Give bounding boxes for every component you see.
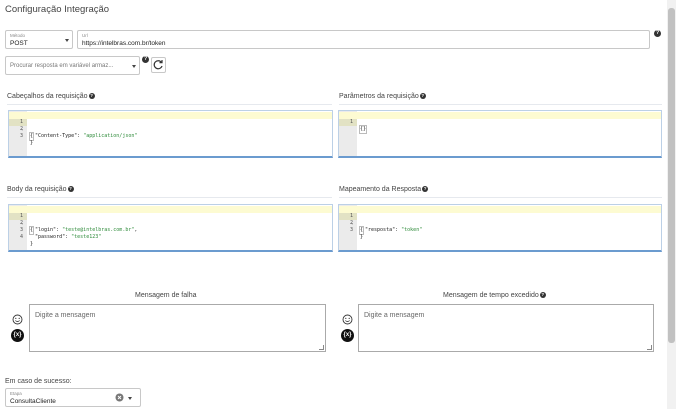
- clear-icon[interactable]: [115, 393, 124, 402]
- success-label: Em caso de sucesso:: [5, 378, 72, 385]
- insert-variable-button[interactable]: {x}: [341, 329, 354, 342]
- success-step-field-label: Etapa: [10, 391, 22, 396]
- editor-line: 2 "Content-Type": "application/json": [9, 119, 332, 139]
- code-text: "resposta": "token": [365, 227, 423, 233]
- line-number: 3: [349, 227, 353, 233]
- editor-line: 4 }: [9, 227, 332, 247]
- help-icon[interactable]: ?: [67, 186, 74, 192]
- params-divider: [339, 104, 662, 105]
- resize-handle[interactable]: [319, 345, 324, 350]
- mapping-section-label: Mapeamento da Resposta?: [339, 186, 429, 193]
- body-divider: [7, 197, 332, 198]
- success-step-value: ConsultaCliente: [10, 398, 56, 405]
- url-value: https://intelbras.com.br/token: [82, 40, 166, 47]
- url-label: Url: [82, 33, 88, 38]
- mapping-editor[interactable]: 1 ▾ { 2 "resposta": "token" 3 }: [338, 204, 662, 252]
- editor-line: 2 "resposta": "token": [339, 213, 661, 233]
- timeout-message-title: Mensagem de tempo excedido: [443, 292, 539, 299]
- failure-message-input[interactable]: Digite a mensagem: [29, 304, 326, 352]
- refresh-button[interactable]: [151, 57, 166, 73]
- code-text: {: [28, 132, 35, 141]
- chevron-down-icon: [65, 39, 69, 42]
- success-step-select[interactable]: Etapa ConsultaCliente: [5, 388, 141, 407]
- chevron-down-icon: [128, 397, 132, 400]
- help-icon[interactable]: ?: [419, 93, 426, 99]
- headers-section-label: Cabeçalhos da requisição?: [7, 93, 95, 100]
- url-help-icon[interactable]: ?: [654, 30, 661, 37]
- code-text: {: [358, 226, 365, 235]
- params-editor[interactable]: 1 {}: [338, 110, 662, 158]
- chevron-down-icon: [132, 65, 136, 68]
- headers-section-title: Cabeçalhos da requisição: [7, 93, 88, 100]
- mapping-section-title: Mapeamento da Resposta: [339, 186, 422, 193]
- method-value: POST: [10, 40, 28, 47]
- body-editor[interactable]: 1 ▾ { 2 "login": "teste@intelbras.com.br…: [8, 204, 333, 252]
- refresh-icon: [153, 60, 163, 70]
- smiley-icon[interactable]: [342, 314, 353, 325]
- failure-message-label: Mensagem de falha: [135, 292, 197, 299]
- timeout-message-label: Mensagem de tempo excedido?: [443, 292, 546, 299]
- help-icon[interactable]: ?: [88, 93, 95, 99]
- line-number: 4: [19, 234, 23, 240]
- code-text: }: [360, 234, 364, 240]
- timeout-message-placeholder: Digite a mensagem: [364, 312, 425, 319]
- editor-line: 3 }: [339, 220, 661, 240]
- insert-variable-button[interactable]: {x}: [11, 329, 24, 342]
- code-text: "Content-Type": "application/json": [35, 133, 138, 139]
- response-variable-select[interactable]: Procurar resposta em variável armaz...: [5, 56, 140, 75]
- editor-line: 3 "password": "teste123": [9, 220, 332, 240]
- editor-line: 1 ▾ {: [9, 206, 332, 235]
- code-text: "password": "teste123": [35, 234, 102, 240]
- help-icon[interactable]: ?: [539, 292, 546, 298]
- body-section-title: Body da requisição: [7, 186, 67, 193]
- method-label: Método: [10, 33, 26, 38]
- method-select[interactable]: Método POST: [5, 30, 73, 49]
- line-number: 1: [339, 119, 357, 126]
- scrollbar-thumb[interactable]: [668, 8, 675, 343]
- editor-line: 3 }: [9, 126, 332, 146]
- response-variable-placeholder: Procurar resposta em variável armaz...: [10, 63, 114, 69]
- editor-line: 1 ▾ {: [339, 206, 661, 235]
- page-title: Configuração Integração: [5, 4, 110, 15]
- help-icon[interactable]: ?: [422, 186, 429, 192]
- timeout-message-input[interactable]: Digite a mensagem: [358, 304, 654, 352]
- code-text: {}: [358, 125, 368, 134]
- headers-divider: [7, 104, 332, 105]
- code-text: }: [30, 140, 34, 146]
- body-section-label: Body da requisição?: [7, 186, 74, 193]
- editor-line: 1 {}: [339, 112, 661, 134]
- resize-handle[interactable]: [647, 345, 652, 350]
- line-number: 3: [19, 133, 23, 139]
- mapping-divider: [339, 197, 662, 198]
- failure-message-placeholder: Digite a mensagem: [35, 312, 96, 319]
- url-input[interactable]: Url https://intelbras.com.br/token: [77, 30, 650, 49]
- params-section-title: Parâmetros da requisição: [339, 93, 419, 100]
- params-section-label: Parâmetros da requisição?: [339, 93, 426, 100]
- code-text: }: [30, 241, 34, 247]
- editor-line: 2 "login": "teste@intelbras.com.br",: [9, 213, 332, 233]
- smiley-icon[interactable]: [12, 314, 23, 325]
- headers-editor[interactable]: 1 ▾ { 2 "Content-Type": "application/jso…: [8, 110, 333, 158]
- editor-line: 1 ▾ {: [9, 112, 332, 141]
- response-variable-help-icon[interactable]: ?: [142, 56, 149, 63]
